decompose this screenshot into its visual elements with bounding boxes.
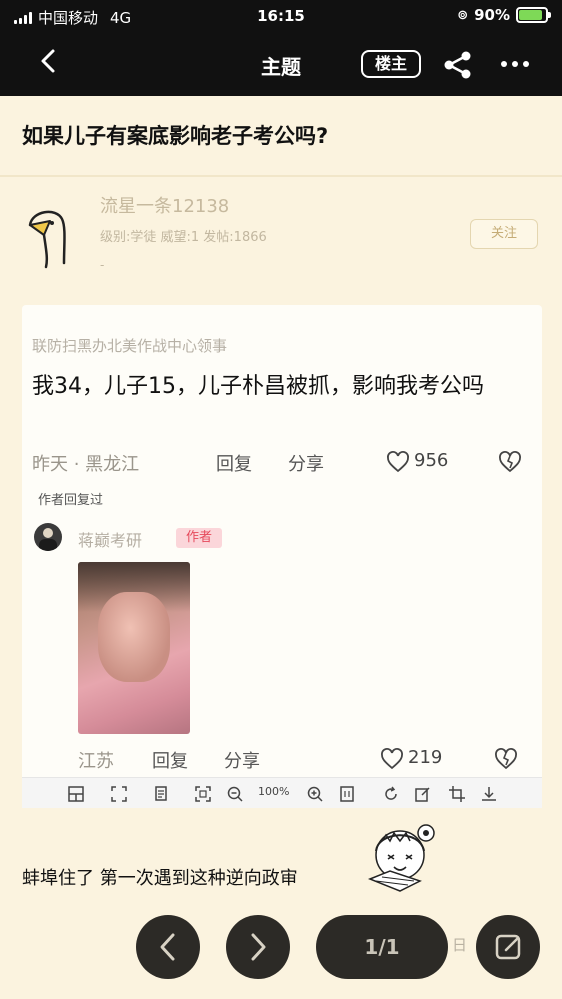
zoom-out-icon[interactable] [226, 785, 244, 803]
reply-link-2: 回复 [152, 751, 188, 772]
question-actions: 昨天 · 黑龙江 回复 分享 956 [32, 448, 532, 478]
copy-icon[interactable] [152, 785, 170, 803]
fullscreen-icon[interactable] [110, 785, 128, 803]
question-text: 我34，儿子15，儿子朴昌被抓，影响我考公吗 [32, 374, 484, 399]
embedded-screenshot[interactable]: 联防扫黑办北美作战中心领事 我34，儿子15，儿子朴昌被抓，影响我考公吗 昨天 … [22, 305, 542, 808]
heart-icon [381, 748, 403, 770]
like-count-2: 219 [408, 747, 443, 768]
heart-icon [387, 451, 409, 473]
author-replied-label: 作者回复过 [38, 493, 104, 508]
reply-location: 江苏 [78, 751, 114, 772]
only-op-button[interactable]: 楼主 [361, 50, 421, 78]
top-bar: 中国移动 4G 16:15 ⊚ 90% 主题 楼主 [0, 0, 562, 96]
download-icon[interactable] [480, 785, 498, 803]
fit-icon[interactable] [194, 785, 212, 803]
prev-icon [160, 933, 175, 961]
reply-avatar [34, 523, 62, 551]
page-icon[interactable] [338, 785, 356, 803]
zoom-in-icon[interactable] [306, 785, 324, 803]
battery-percent: 90% [474, 6, 510, 24]
share-link-2: 分享 [224, 751, 260, 772]
orientation-lock-icon: ⊚ [457, 7, 469, 23]
post-body: 蚌埠住了 第一次遇到这种逆向政审 [22, 868, 298, 889]
next-button[interactable] [226, 915, 290, 979]
rotate-icon[interactable] [382, 785, 400, 803]
author-meta: 级别:学徒 威望:1 发帖:1866 [100, 230, 267, 245]
compose-button[interactable] [476, 915, 540, 979]
status-bar: 中国移动 4G 16:15 ⊚ 90% [0, 0, 562, 34]
follow-button[interactable]: 关注 [470, 219, 538, 249]
zoom-level: 100% [258, 785, 290, 798]
author-extra: - [100, 258, 105, 272]
nav-bar: 主题 楼主 [0, 34, 562, 96]
share-icon[interactable] [442, 50, 474, 80]
quoted-user: 联防扫黑办北美作战中心领事 [32, 337, 228, 355]
page-title: 主题 [261, 55, 301, 79]
edit-icon[interactable] [414, 785, 432, 803]
author-avatar[interactable] [22, 205, 82, 269]
page-indicator[interactable]: 1/1 [316, 915, 448, 979]
prev-button[interactable] [136, 915, 200, 979]
layout-icon[interactable] [67, 785, 85, 803]
time-location: 昨天 · 黑龙江 [32, 454, 140, 475]
anime-sticker [367, 824, 435, 892]
divider [0, 175, 562, 177]
reply-actions: 江苏 回复 分享 219 [32, 745, 532, 775]
broken-heart-icon [495, 748, 517, 770]
like-count: 956 [414, 450, 449, 471]
thread-title: 如果儿子有案底影响老子考公吗? [22, 124, 329, 148]
more-icon[interactable] [498, 54, 532, 74]
reply-link: 回复 [216, 454, 252, 475]
status-right: ⊚ 90% [457, 6, 551, 24]
reply-username: 蒋巅考研 [78, 531, 143, 550]
broken-heart-icon [499, 451, 521, 473]
reply-photo [78, 562, 190, 734]
author-name[interactable]: 流星一条12138 [100, 192, 229, 218]
post-date-faint: 日 [452, 936, 468, 954]
next-icon [251, 933, 266, 961]
edit-icon [495, 934, 521, 960]
battery-icon [516, 7, 551, 23]
share-link: 分享 [288, 454, 324, 475]
author-badge: 作者 [176, 528, 222, 548]
viewer-toolbar: 100% [22, 777, 542, 808]
crop-icon[interactable] [448, 785, 466, 803]
